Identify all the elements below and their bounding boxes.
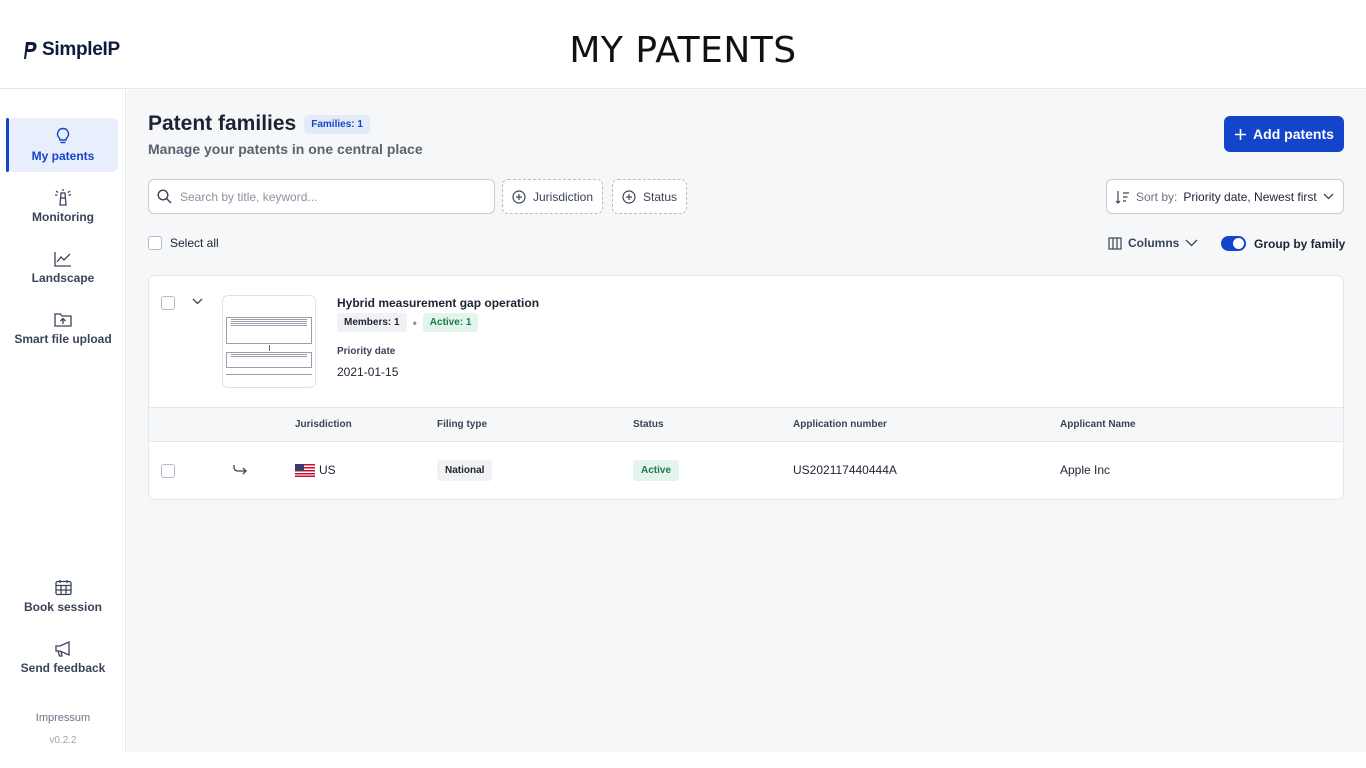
lightbulb-icon	[56, 127, 70, 144]
plus-circle-icon	[622, 189, 636, 204]
column-header-jurisdiction[interactable]: Jurisdiction	[295, 419, 352, 430]
search-field[interactable]	[148, 179, 495, 214]
cell-applicant-name: Apple Inc	[1060, 463, 1111, 477]
row-checkbox[interactable]	[161, 464, 175, 478]
main-content: Patent families Families: 1 Manage your …	[127, 90, 1366, 752]
columns-menu-button[interactable]: Columns	[1108, 236, 1198, 250]
table-row[interactable]: US National Active US202117440444A Apple…	[149, 442, 1343, 499]
plus-circle-icon	[512, 189, 526, 204]
columns-icon	[1108, 236, 1122, 250]
calendar-icon	[54, 579, 72, 595]
patent-drawing-thumbnail[interactable]	[222, 295, 316, 388]
sidebar-item-smart-file-upload[interactable]: Smart file upload	[8, 302, 118, 356]
page-title: Patent families	[148, 112, 297, 135]
sidebar-item-label: Monitoring	[32, 210, 94, 224]
sort-icon	[1115, 190, 1129, 204]
priority-date-label: Priority date	[337, 346, 396, 357]
sidebar-item-book-session[interactable]: Book session	[8, 569, 118, 623]
cell-application-number: US202117440444A	[793, 463, 897, 477]
sidebar-item-my-patents[interactable]: My patents	[6, 118, 118, 172]
subdirectory-arrow-icon	[233, 465, 247, 475]
title-row: Patent families Families: 1	[148, 112, 370, 136]
columns-label: Columns	[1128, 236, 1180, 250]
family-tags: Members: 1 • Active: 1	[337, 313, 479, 332]
separator-dot: •	[412, 315, 417, 330]
group-by-family[interactable]: Group by family	[1221, 236, 1345, 251]
cell-filing-type: National	[437, 460, 493, 481]
select-all-checkbox[interactable]	[148, 236, 162, 250]
folder-upload-icon	[54, 313, 72, 327]
sidebar-item-label: Smart file upload	[14, 332, 112, 346]
members-table-header: Jurisdiction Filing type Status Applicat…	[149, 407, 1343, 442]
sort-value: Priority date, Newest first	[1183, 189, 1317, 204]
sidebar-item-label: My patents	[31, 149, 95, 163]
chevron-down-icon	[1323, 193, 1334, 200]
sort-label: Sort by:	[1136, 189, 1178, 204]
us-flag-icon	[295, 463, 315, 477]
column-header-applicant-name[interactable]: Applicant Name	[1060, 419, 1136, 430]
sort-select[interactable]: Sort by: Priority date, Newest first	[1106, 179, 1344, 214]
group-by-family-toggle[interactable]	[1221, 236, 1246, 251]
sidebar: My patents Monitoring Landscape Smart fi…	[0, 89, 126, 752]
filter-status[interactable]: Status	[612, 179, 688, 214]
status-badge: Active	[633, 460, 680, 481]
sidebar-item-label: Landscape	[31, 271, 95, 285]
search-input[interactable]	[180, 189, 480, 204]
filter-jurisdiction[interactable]: Jurisdiction	[502, 179, 604, 214]
sidebar-item-monitoring[interactable]: Monitoring	[8, 179, 118, 233]
active-badge: Active: 1	[422, 313, 479, 332]
column-header-application-number[interactable]: Application number	[793, 419, 887, 430]
jurisdiction-code: US	[319, 463, 336, 477]
column-header-filing-type[interactable]: Filing type	[437, 419, 487, 430]
filing-type-badge: National	[437, 460, 493, 481]
members-badge: Members: 1	[337, 313, 407, 332]
families-count-badge: Families: 1	[304, 114, 370, 134]
plus-icon	[1235, 128, 1247, 140]
sidebar-item-send-feedback[interactable]: Send feedback	[8, 630, 118, 684]
select-all[interactable]: Select all	[148, 236, 219, 250]
top-bar: SimpleIP MY PATENTS	[0, 0, 1366, 89]
priority-date-value: 2021-01-15	[337, 365, 399, 379]
cell-jurisdiction: US	[295, 463, 336, 477]
page-heading: MY PATENTS	[569, 30, 797, 71]
impressum-link[interactable]: Impressum	[0, 712, 126, 724]
sidebar-item-landscape[interactable]: Landscape	[8, 241, 118, 295]
filter-label: Status	[643, 189, 678, 204]
column-header-status[interactable]: Status	[633, 419, 664, 430]
add-patents-button[interactable]: Add patents	[1224, 116, 1344, 152]
sidebar-item-label: Send feedback	[20, 660, 106, 675]
group-by-family-label: Group by family	[1254, 236, 1346, 251]
patent-family-card: Hybrid measurement gap operation Members…	[148, 275, 1344, 500]
chevron-down-icon	[1185, 239, 1198, 247]
lighthouse-icon	[55, 189, 71, 206]
family-title[interactable]: Hybrid measurement gap operation	[337, 296, 539, 310]
page-subtitle: Manage your patents in one central place	[148, 141, 423, 157]
version-label: v0.2.2	[49, 735, 77, 746]
add-patents-label: Add patents	[1253, 126, 1334, 142]
chart-line-icon	[54, 252, 71, 267]
select-all-label: Select all	[170, 236, 219, 250]
cell-status: Active	[633, 460, 680, 481]
filter-label: Jurisdiction	[533, 189, 594, 204]
megaphone-icon	[55, 640, 70, 657]
search-icon	[157, 189, 172, 204]
family-checkbox[interactable]	[161, 296, 175, 310]
sidebar-item-label: Book session	[23, 599, 103, 614]
chevron-down-icon[interactable]	[192, 298, 203, 305]
